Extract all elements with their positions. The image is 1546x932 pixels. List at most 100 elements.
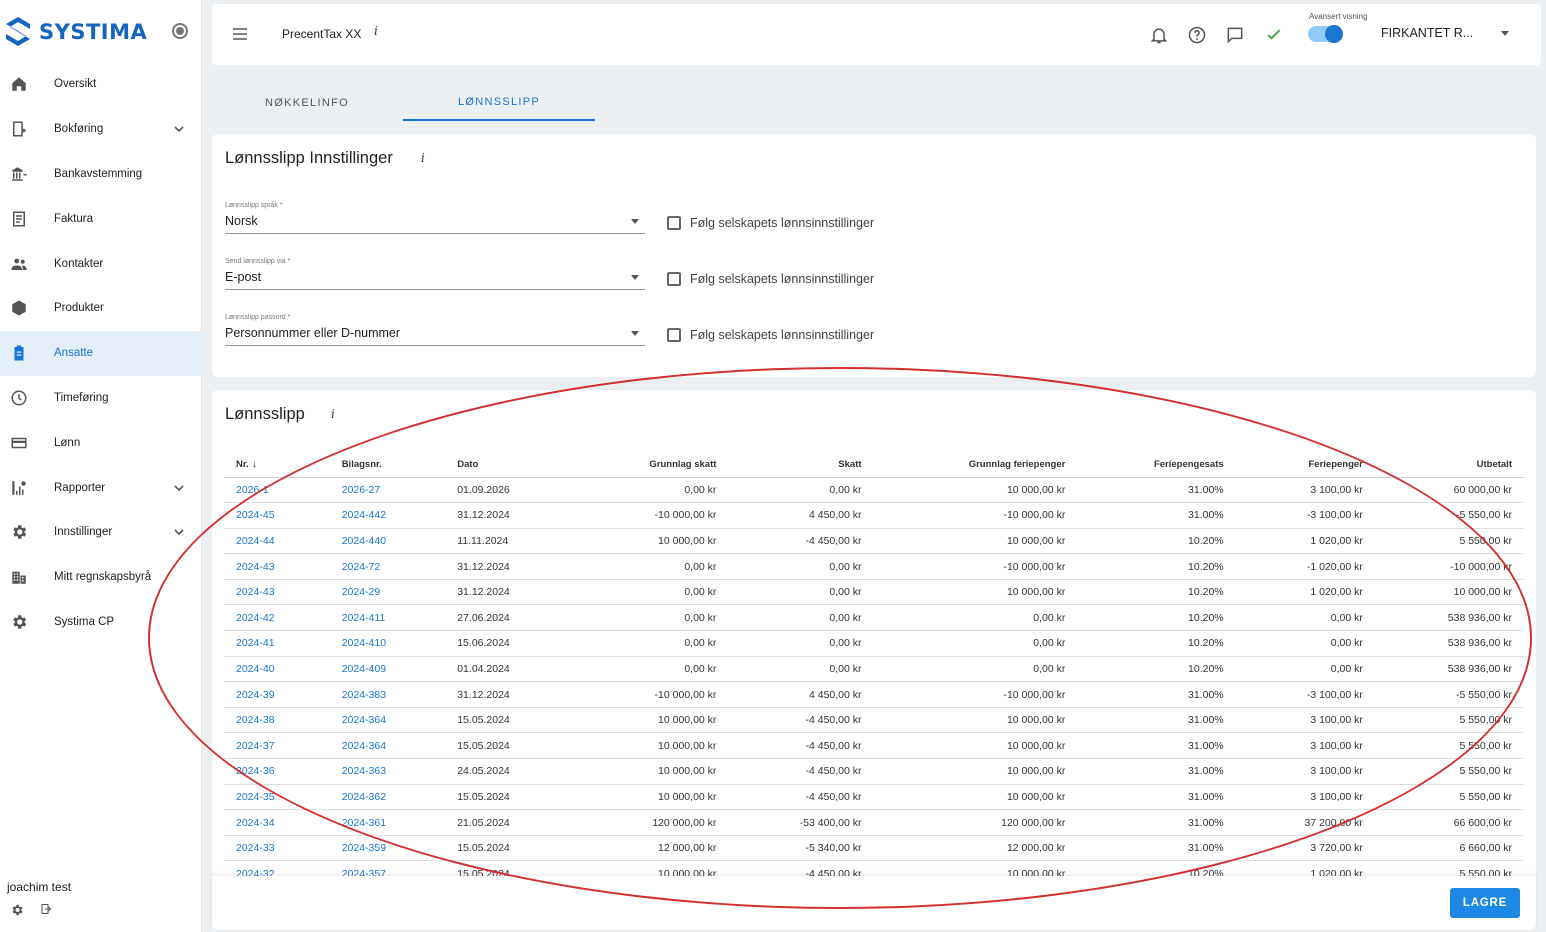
payslip-number-link[interactable]: 2026-1	[236, 484, 269, 496]
table-row[interactable]: 2024-43 2024-29 31.12.2024 0,00 kr 0,00 kr 10…	[224, 579, 1524, 606]
table-cell[interactable]: 2024-364	[329, 707, 446, 734]
voucher-number-link[interactable]: 2024-440	[342, 535, 386, 547]
table-cell[interactable]: 2024-35	[224, 784, 330, 811]
hamburger-menu-icon[interactable]	[232, 26, 248, 42]
column-header[interactable]: Bilagsnr.	[329, 452, 446, 478]
company-info-icon[interactable]: i	[374, 24, 378, 38]
voucher-number-link[interactable]: 2024-411	[342, 612, 386, 624]
table-row[interactable]: 2024-41 2024-410 15.06.2024 0,00 kr 0,00 kr 0…	[224, 630, 1524, 657]
table-row[interactable]: 2024-34 2024-361 21.05.2024 120 000,00 kr -5…	[224, 809, 1524, 836]
table-cell[interactable]: 2024-41	[224, 630, 330, 657]
send-payslip-via-select[interactable]: Send lønnsslipp via * E-post	[225, 258, 645, 290]
sort-down-arrow-icon[interactable]: ↓	[252, 458, 258, 470]
column-header[interactable]: Feriepenger	[1235, 452, 1375, 478]
payslip-number-link[interactable]: 2024-41	[236, 637, 275, 649]
column-header[interactable]: Utbetalt	[1374, 452, 1524, 478]
follow-company-checkbox-send[interactable]: Følg selskapets lønnsinnstillinger	[667, 272, 874, 286]
checkbox[interactable]	[667, 328, 681, 342]
sidebar-item-ansatte[interactable]: Ansatte	[0, 330, 202, 376]
payslip-number-link[interactable]: 2024-40	[236, 663, 275, 675]
table-cell[interactable]: 2024-409	[329, 656, 446, 683]
voucher-number-link[interactable]: 2024-442	[342, 509, 386, 521]
chevron-down-icon[interactable]	[172, 525, 186, 539]
bell-icon[interactable]	[1149, 25, 1169, 45]
payslip-number-link[interactable]: 2024-42	[236, 612, 275, 624]
table-cell[interactable]: 2024-43	[224, 579, 330, 606]
payslip-number-link[interactable]: 2024-34	[236, 817, 275, 829]
table-row[interactable]: 2026-1 2026-27 01.09.2026 0,00 kr 0,00 kr 10 …	[224, 477, 1524, 504]
table-cell[interactable]: 2026-27	[329, 477, 446, 504]
table-row[interactable]: 2024-45 2024-442 31.12.2024 -10 000,00 kr 4 …	[224, 502, 1524, 529]
table-row[interactable]: 2024-33 2024-359 15.05.2024 12 000,00 kr -5 …	[224, 835, 1524, 862]
logo[interactable]: SYSTIMA	[4, 14, 147, 50]
table-cell[interactable]: 2024-33	[224, 835, 330, 862]
sidebar-item-kontakter[interactable]: Kontakter	[0, 241, 202, 286]
advanced-view-toggle[interactable]	[1308, 25, 1343, 43]
payslip-number-link[interactable]: 2024-45	[236, 509, 275, 521]
payslip-number-link[interactable]: 2024-38	[236, 714, 275, 726]
column-header[interactable]: Grunnlag skatt	[574, 452, 729, 478]
sidebar-item-lønn[interactable]: Lønn	[0, 420, 202, 465]
voucher-number-link[interactable]: 2024-409	[342, 663, 386, 675]
payslip-number-link[interactable]: 2024-35	[236, 791, 275, 803]
table-cell[interactable]: 2024-442	[329, 502, 446, 529]
sidebar-item-produkter[interactable]: Produkter	[0, 286, 202, 331]
table-cell[interactable]: 2024-72	[329, 553, 446, 580]
table-cell[interactable]: 2024-39	[224, 681, 330, 708]
tab-lonnsslipp[interactable]: LØNNSSLIPP	[403, 84, 595, 121]
table-row[interactable]: 2024-35 2024-362 15.05.2024 10 000,00 kr -4 …	[224, 784, 1524, 811]
table-cell[interactable]: 2024-361	[329, 809, 446, 836]
table-cell[interactable]: 2024-37	[224, 732, 330, 760]
table-row[interactable]: 2024-36 2024-363 24.05.2024 10 000,00 kr -4 …	[224, 758, 1524, 785]
sidebar-item-bokføring[interactable]: Bokføring	[0, 107, 202, 152]
settings-info-icon[interactable]: i	[421, 151, 425, 165]
table-cell[interactable]: 2024-44	[224, 528, 330, 555]
table-row[interactable]: 2024-37 2024-364 15.05.2024 10 000,00 kr -4 …	[224, 732, 1524, 760]
column-header[interactable]: Nr. ↓	[224, 452, 330, 478]
voucher-number-link[interactable]: 2026-27	[342, 484, 381, 496]
sidebar-item-mitt-regnskapsbyrå[interactable]: Mitt regnskapsbyrå	[0, 555, 202, 600]
payslip-info-icon[interactable]: i	[331, 407, 335, 421]
table-cell[interactable]: 2024-38	[224, 707, 330, 734]
payslip-number-link[interactable]: 2024-44	[236, 535, 275, 547]
table-cell[interactable]: 2024-363	[329, 758, 446, 785]
column-header[interactable]: Feriepengesats	[1077, 452, 1236, 478]
sidebar-item-rapporter[interactable]: Rapporter	[0, 465, 202, 510]
table-cell[interactable]: 2024-42	[224, 604, 330, 632]
table-cell[interactable]: 2024-359	[329, 835, 446, 862]
chevron-down-icon[interactable]	[172, 122, 186, 136]
table-cell[interactable]: 2024-383	[329, 681, 446, 708]
follow-company-checkbox-language[interactable]: Følg selskapets lønnsinnstillinger	[667, 216, 874, 230]
table-cell[interactable]: 2026-1	[224, 477, 330, 504]
payslip-language-select[interactable]: Lønnsslipp språk * Norsk	[225, 202, 645, 234]
sidebar-item-systima-cp[interactable]: Systima CP	[0, 600, 202, 645]
chevron-down-icon[interactable]	[1501, 31, 1509, 36]
sidebar-item-timeføring[interactable]: Timeføring	[0, 376, 202, 421]
column-header[interactable]: Grunnlag feriepenger	[873, 452, 1078, 478]
payslip-number-link[interactable]: 2024-43	[236, 561, 275, 573]
table-cell[interactable]: 2024-29	[329, 579, 446, 606]
user-settings-gear-icon[interactable]	[10, 903, 24, 917]
voucher-number-link[interactable]: 2024-363	[342, 765, 386, 777]
tab-nokkelinfo[interactable]: NØKKELINFO	[212, 84, 402, 121]
payslip-number-link[interactable]: 2024-43	[236, 586, 275, 598]
sidebar-item-innstillinger[interactable]: Innstillinger	[0, 510, 202, 555]
voucher-number-link[interactable]: 2024-72	[342, 561, 381, 573]
payslip-number-link[interactable]: 2024-39	[236, 689, 275, 701]
voucher-number-link[interactable]: 2024-383	[342, 689, 386, 701]
voucher-number-link[interactable]: 2024-362	[342, 791, 386, 803]
table-cell[interactable]: 2024-411	[329, 604, 446, 632]
company-selector[interactable]: FIRKANTET R...	[1381, 26, 1473, 40]
voucher-number-link[interactable]: 2024-364	[342, 714, 386, 726]
payslip-number-link[interactable]: 2024-36	[236, 765, 275, 777]
sidebar-item-bankavstemming[interactable]: Bankavstemming	[0, 152, 202, 197]
table-cell[interactable]: 2024-364	[329, 732, 446, 760]
chevron-down-icon[interactable]	[172, 481, 186, 495]
table-row[interactable]: 2024-39 2024-383 31.12.2024 -10 000,00 kr 4 …	[224, 681, 1524, 708]
checkbox[interactable]	[667, 216, 681, 230]
payslip-number-link[interactable]: 2024-33	[236, 842, 275, 854]
table-cell[interactable]: 2024-34	[224, 809, 330, 836]
voucher-number-link[interactable]: 2024-29	[342, 586, 381, 598]
table-cell[interactable]: 2024-43	[224, 553, 330, 580]
sidebar-toggle-button[interactable]	[172, 23, 188, 39]
